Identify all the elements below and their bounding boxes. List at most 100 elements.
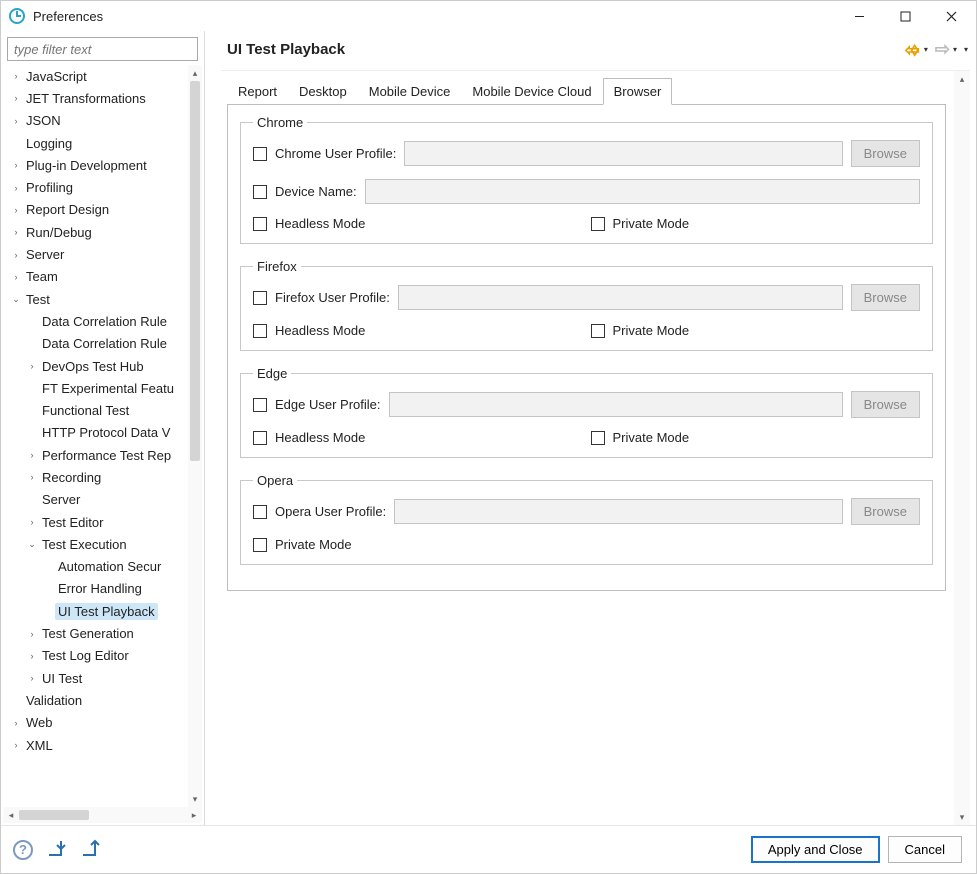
tree-item[interactable]: ›Server [3,489,188,511]
firefox-profile-field[interactable] [398,285,843,310]
scroll-down-icon[interactable]: ▾ [188,791,202,807]
filter-input[interactable] [7,37,198,61]
chevron-right-icon[interactable]: › [9,225,23,239]
page-menu-icon[interactable]: ▾ [964,45,968,54]
tree-item[interactable]: ›XML [3,734,188,756]
chevron-right-icon[interactable]: › [25,448,39,462]
tree-item[interactable]: ›Test Log Editor [3,645,188,667]
opera-private-checkbox[interactable] [253,538,267,552]
opera-profile-field[interactable] [394,499,842,524]
nav-back-menu-icon[interactable]: ▾ [924,45,928,54]
tree-item[interactable]: ›FT Experimental Featu [3,377,188,399]
content-vertical-scrollbar[interactable]: ▴ ▾ [954,71,970,825]
chrome-profile-checkbox[interactable] [253,147,267,161]
chevron-right-icon[interactable]: › [25,515,39,529]
tree-item[interactable]: ›Automation Secur [3,556,188,578]
tree-item[interactable]: ›Data Correlation Rule [3,333,188,355]
chevron-right-icon[interactable]: › [25,470,39,484]
chevron-right-icon[interactable]: › [9,270,23,284]
tree-item[interactable]: ›Data Correlation Rule [3,310,188,332]
edge-profile-checkbox[interactable] [253,398,267,412]
chevron-right-icon[interactable]: › [25,671,39,685]
firefox-headless-checkbox[interactable] [253,324,267,338]
nav-forward-menu-icon[interactable]: ▾ [953,45,957,54]
nav-back-arrow-icon[interactable]: ⇦ [905,40,920,61]
opera-profile-checkbox[interactable] [253,505,267,519]
chrome-profile-field[interactable] [404,141,842,166]
tree-item[interactable]: ›DevOps Test Hub [3,355,188,377]
tree-item[interactable]: ›Plug-in Development [3,154,188,176]
edge-profile-field[interactable] [389,392,843,417]
apply-and-close-button[interactable]: Apply and Close [751,836,880,863]
firefox-private-checkbox[interactable] [591,324,605,338]
tree-item[interactable]: ›HTTP Protocol Data V [3,422,188,444]
tab-report[interactable]: Report [227,78,288,105]
chevron-right-icon[interactable]: › [9,248,23,262]
chrome-device-field[interactable] [365,179,920,204]
chevron-right-icon[interactable]: › [9,114,23,128]
tree-item[interactable]: ›Report Design [3,199,188,221]
tree-item[interactable]: ›Logging [3,132,188,154]
export-preferences-icon[interactable] [81,839,101,860]
firefox-profile-checkbox[interactable] [253,291,267,305]
help-icon[interactable]: ? [13,840,33,860]
tree-item[interactable]: ⌄Test Execution [3,533,188,555]
tree-item[interactable]: ›JET Transformations [3,87,188,109]
tree-item[interactable]: ›Web [3,712,188,734]
chevron-right-icon[interactable]: › [25,627,39,641]
edge-private-checkbox[interactable] [591,431,605,445]
cancel-button[interactable]: Cancel [888,836,962,863]
chrome-profile-browse-button[interactable]: Browse [851,140,920,167]
chrome-headless-checkbox[interactable] [253,217,267,231]
chevron-right-icon[interactable]: › [9,181,23,195]
tab-browser[interactable]: Browser [603,78,673,105]
close-button[interactable] [928,1,974,31]
chrome-private-checkbox[interactable] [591,217,605,231]
chevron-right-icon[interactable]: › [9,158,23,172]
tree-item[interactable]: ›Error Handling [3,578,188,600]
tree-item[interactable]: ›Profiling [3,176,188,198]
opera-profile-browse-button[interactable]: Browse [851,498,920,525]
sidebar-horizontal-scrollbar[interactable]: ◂ ▸ [3,807,202,823]
tree-item[interactable]: ›Performance Test Rep [3,444,188,466]
tab-mobile-device-cloud[interactable]: Mobile Device Cloud [461,78,602,105]
tab-desktop[interactable]: Desktop [288,78,358,105]
tree-item[interactable]: ›Functional Test [3,399,188,421]
chevron-right-icon[interactable]: › [9,738,23,752]
import-preferences-icon[interactable] [47,839,67,860]
chevron-right-icon[interactable]: › [9,203,23,217]
preference-tree[interactable]: ›JavaScript›JET Transformations›JSON›Log… [3,65,188,807]
chevron-down-icon[interactable]: ⌄ [9,292,23,306]
tree-item[interactable]: ›UI Test [3,667,188,689]
tree-item[interactable]: ›Server [3,243,188,265]
chevron-right-icon[interactable]: › [9,716,23,730]
scroll-left-icon[interactable]: ◂ [3,807,19,823]
chevron-right-icon[interactable]: › [9,69,23,83]
tree-item[interactable]: ›Recording [3,466,188,488]
tree-item[interactable]: ›UI Test Playback [3,600,188,622]
chevron-right-icon[interactable]: › [25,359,39,373]
tree-item[interactable]: ›Validation [3,689,188,711]
firefox-profile-browse-button[interactable]: Browse [851,284,920,311]
tree-item[interactable]: ›Team [3,266,188,288]
scroll-right-icon[interactable]: ▸ [186,807,202,823]
chevron-right-icon[interactable]: › [9,91,23,105]
content-scroll-up-icon[interactable]: ▴ [954,71,970,87]
tab-mobile-device[interactable]: Mobile Device [358,78,462,105]
edge-profile-browse-button[interactable]: Browse [851,391,920,418]
tree-item[interactable]: ›Run/Debug [3,221,188,243]
edge-headless-checkbox[interactable] [253,431,267,445]
tree-item[interactable]: ›JSON [3,110,188,132]
chevron-down-icon[interactable]: ⌄ [25,537,39,551]
sidebar-vertical-scrollbar[interactable]: ▴ ▾ [188,65,202,807]
tree-item[interactable]: ›JavaScript [3,65,188,87]
chrome-device-checkbox[interactable] [253,185,267,199]
tree-item[interactable]: ›Test Generation [3,622,188,644]
tree-item[interactable]: ›Test Editor [3,511,188,533]
content-scroll-down-icon[interactable]: ▾ [954,809,970,825]
maximize-button[interactable] [882,1,928,31]
tree-item[interactable]: ⌄Test [3,288,188,310]
minimize-button[interactable] [836,1,882,31]
chevron-right-icon[interactable]: › [25,649,39,663]
scroll-up-icon[interactable]: ▴ [188,65,202,81]
